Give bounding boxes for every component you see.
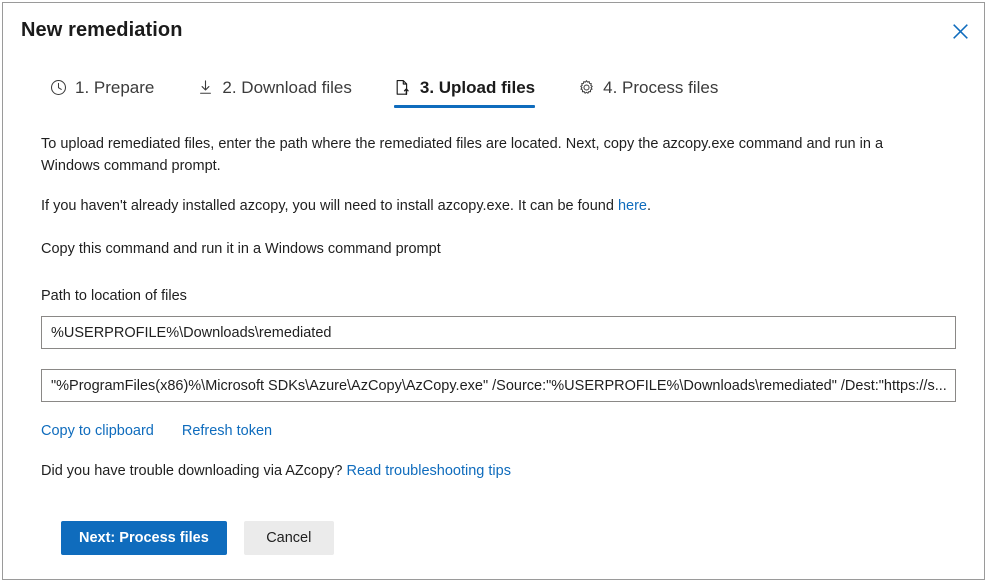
command-actions: Copy to clipboard Refresh token [41, 423, 956, 439]
azcopy-command-input[interactable] [41, 369, 956, 402]
install-text-after: . [646, 198, 651, 214]
dialog-header: New remediation [3, 3, 984, 61]
dialog-footer: Next: Process files Cancel [61, 521, 334, 555]
tab-process-files[interactable]: 4. Process files [577, 77, 718, 108]
tab-upload-files[interactable]: 3. Upload files [393, 77, 536, 108]
download-icon [196, 78, 215, 97]
tab-active-indicator [393, 105, 536, 108]
tab-prepare-label: 1. Prepare [75, 78, 155, 97]
upload-file-icon [394, 78, 413, 97]
tab-process-files-label: 4. Process files [603, 78, 719, 97]
intro-paragraph: To upload remediated files, enter the pa… [41, 136, 884, 174]
azcopy-here-link[interactable]: here [618, 198, 647, 214]
copy-instruction-text: Copy this command and run it in a Window… [41, 241, 441, 257]
tab-prepare[interactable]: 1. Prepare [49, 77, 154, 108]
gear-icon [577, 78, 596, 97]
path-field-label: Path to location of files [41, 288, 187, 304]
tab-download-files-label: 2. Download files [222, 78, 352, 97]
read-troubleshooting-tips-link[interactable]: Read troubleshooting tips [347, 463, 511, 479]
close-icon[interactable] [944, 15, 976, 47]
install-text-before: If you haven't already installed azcopy,… [41, 198, 618, 214]
new-remediation-dialog: New remediation 1. Prepare 2. Download f… [2, 2, 985, 580]
dialog-body: To upload remediated files, enter the pa… [41, 133, 956, 481]
cancel-button[interactable]: Cancel [243, 521, 334, 555]
install-paragraph: If you haven't already installed azcopy,… [41, 195, 921, 217]
troubleshooting-row: Did you have trouble downloading via AZc… [41, 461, 956, 481]
path-input[interactable] [41, 316, 956, 349]
clock-icon [49, 78, 68, 97]
dialog-title: New remediation [21, 19, 183, 41]
copy-to-clipboard-link[interactable]: Copy to clipboard [41, 423, 154, 439]
wizard-tablist: 1. Prepare 2. Download files 3. Upload f… [49, 77, 718, 108]
troubleshooting-text: Did you have trouble downloading via AZc… [41, 463, 347, 479]
tab-upload-files-label: 3. Upload files [419, 78, 536, 97]
refresh-token-link[interactable]: Refresh token [182, 423, 272, 439]
next-process-files-button[interactable]: Next: Process files [61, 521, 227, 555]
tab-download-files[interactable]: 2. Download files [196, 77, 352, 108]
